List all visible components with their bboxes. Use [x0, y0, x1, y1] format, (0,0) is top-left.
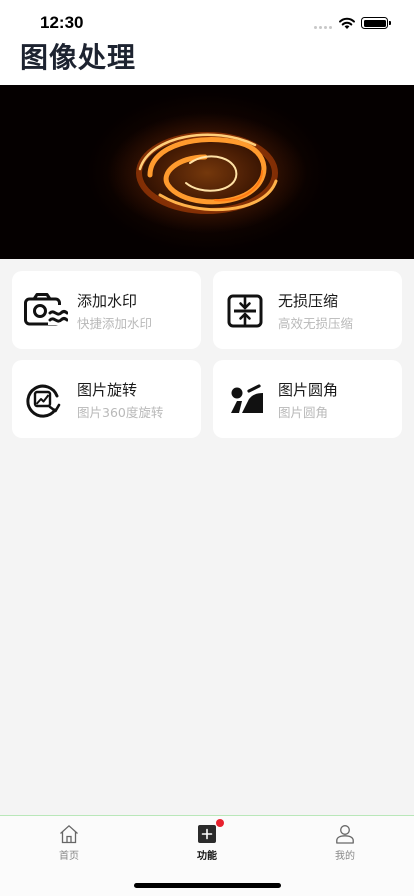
fire-swirl-graphic [107, 113, 307, 233]
battery-icon [361, 17, 391, 29]
tool-title: 添加水印 [77, 292, 138, 310]
tab-label: 功能 [197, 851, 217, 862]
tab-home[interactable]: 首页 [0, 816, 138, 866]
cellular-signal-icon [314, 26, 334, 30]
tab-features[interactable]: 功能 [138, 816, 276, 866]
tab-profile[interactable]: 我的 [276, 816, 414, 866]
banner-image[interactable] [0, 85, 414, 259]
tool-title: 图片圆角 [278, 381, 339, 399]
home-icon [60, 825, 78, 844]
tool-title: 无损压缩 [278, 292, 339, 310]
camera-watermark-icon [24, 293, 68, 326]
page-title: 图像处理 [20, 41, 137, 74]
rotate-image-icon [26, 384, 61, 418]
tool-subtitle: 图片圆角 [278, 405, 329, 420]
tool-card-rounded-corner[interactable]: 图片圆角 图片圆角 [213, 360, 402, 438]
header: 图像处理 [0, 41, 414, 85]
rounded-corner-icon [231, 384, 263, 413]
wifi-icon [339, 17, 355, 29]
tool-card-compress[interactable]: 无损压缩 高效无损压缩 [213, 271, 402, 349]
notification-badge [216, 819, 224, 827]
user-icon [336, 825, 354, 844]
compress-icon [227, 294, 263, 328]
tool-title: 图片旋转 [77, 381, 138, 399]
tab-label: 首页 [59, 851, 79, 862]
status-time: 12:30 [40, 13, 84, 32]
plus-square-icon [198, 825, 216, 843]
home-indicator [134, 883, 281, 888]
tool-subtitle: 高效无损压缩 [278, 316, 354, 331]
tool-subtitle: 图片360度旋转 [77, 405, 164, 420]
tool-subtitle: 快捷添加水印 [77, 316, 153, 331]
tool-card-watermark[interactable]: 添加水印 快捷添加水印 [12, 271, 201, 349]
tool-card-rotate[interactable]: 图片旋转 图片360度旋转 [12, 360, 201, 438]
tab-label: 我的 [335, 851, 355, 862]
